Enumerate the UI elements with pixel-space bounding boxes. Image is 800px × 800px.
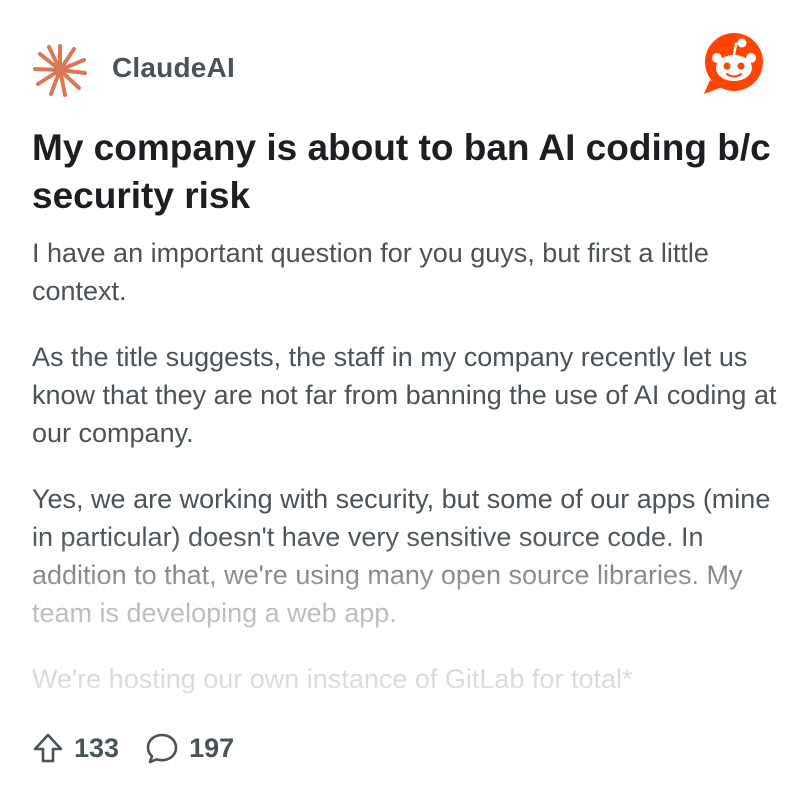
post-header: ClaudeAI bbox=[32, 33, 770, 100]
body-paragraph: I have an important question for you guy… bbox=[32, 238, 709, 306]
comment-count: 197 bbox=[189, 732, 235, 763]
post-actions: 133 197 bbox=[32, 726, 260, 770]
upvote-button[interactable]: 133 bbox=[32, 732, 119, 764]
body-paragraph: Yes, we are working with security, but s… bbox=[32, 484, 771, 628]
comment-bubble-icon[interactable] bbox=[145, 731, 179, 765]
reddit-snoo-icon[interactable] bbox=[698, 32, 770, 98]
upvote-count: 133 bbox=[74, 732, 120, 763]
body-paragraph: As the title suggests, the staff in my c… bbox=[32, 342, 777, 448]
upvote-arrow-icon[interactable] bbox=[32, 732, 64, 764]
subreddit-name[interactable]: ClaudeAI bbox=[112, 52, 235, 84]
post-body[interactable]: I have an important question for you guy… bbox=[32, 234, 777, 704]
post-title[interactable]: My company is about to ban AI coding b/c… bbox=[32, 124, 777, 220]
body-paragraph: We're hosting our own instance of GitLab… bbox=[32, 664, 633, 694]
comments-button[interactable]: 197 bbox=[145, 731, 234, 765]
claude-sunburst-icon[interactable] bbox=[32, 42, 88, 98]
